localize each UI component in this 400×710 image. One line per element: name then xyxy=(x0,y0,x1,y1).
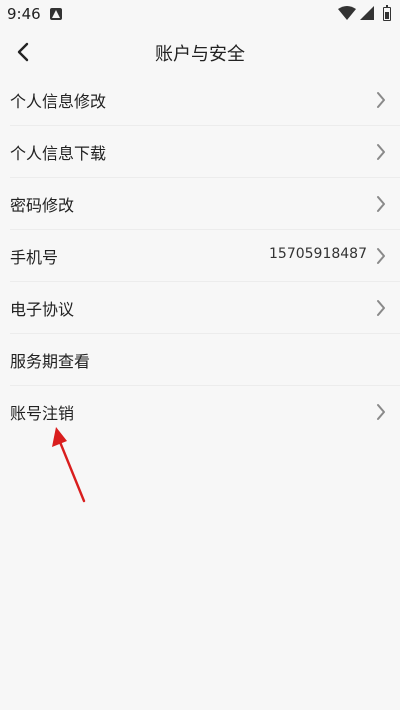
settings-list: 个人信息修改 个人信息下载 密码修改 手机号 15705918487 电子协议 … xyxy=(0,74,400,438)
page-title: 账户与安全 xyxy=(155,44,245,65)
wifi-icon xyxy=(338,6,356,20)
menu-item-e-agreement[interactable]: 电子协议 xyxy=(10,282,400,334)
menu-item-label: 手机号 xyxy=(10,248,59,267)
menu-item-label: 密码修改 xyxy=(10,196,75,215)
status-time: 9:46 xyxy=(7,5,41,23)
phone-number-value: 15705918487 xyxy=(269,246,367,262)
cell-signal-icon xyxy=(360,6,374,20)
chevron-right-icon xyxy=(377,144,385,160)
menu-item-change-password[interactable]: 密码修改 xyxy=(10,178,400,230)
menu-item-label: 个人信息下载 xyxy=(10,144,107,163)
chevron-right-icon xyxy=(377,196,385,212)
menu-item-download-personal-info[interactable]: 个人信息下载 xyxy=(10,126,400,178)
chevron-right-icon xyxy=(377,92,385,108)
chevron-right-icon xyxy=(377,248,385,264)
status-bar: 9:46 xyxy=(0,0,400,30)
menu-item-label: 个人信息修改 xyxy=(10,92,107,111)
menu-item-service-period[interactable]: 服务期查看 xyxy=(10,334,400,386)
menu-item-label: 账号注销 xyxy=(10,404,75,423)
app-notification-icon xyxy=(50,8,62,20)
battery-icon xyxy=(383,5,391,21)
chevron-right-icon xyxy=(377,300,385,316)
chevron-right-icon xyxy=(377,404,385,420)
menu-item-label: 电子协议 xyxy=(10,300,75,319)
menu-item-label: 服务期查看 xyxy=(10,352,91,371)
header: 账户与安全 xyxy=(0,30,400,74)
menu-item-delete-account[interactable]: 账号注销 xyxy=(10,386,400,438)
menu-item-phone-number[interactable]: 手机号 15705918487 xyxy=(10,230,400,282)
menu-item-edit-personal-info[interactable]: 个人信息修改 xyxy=(10,74,400,126)
